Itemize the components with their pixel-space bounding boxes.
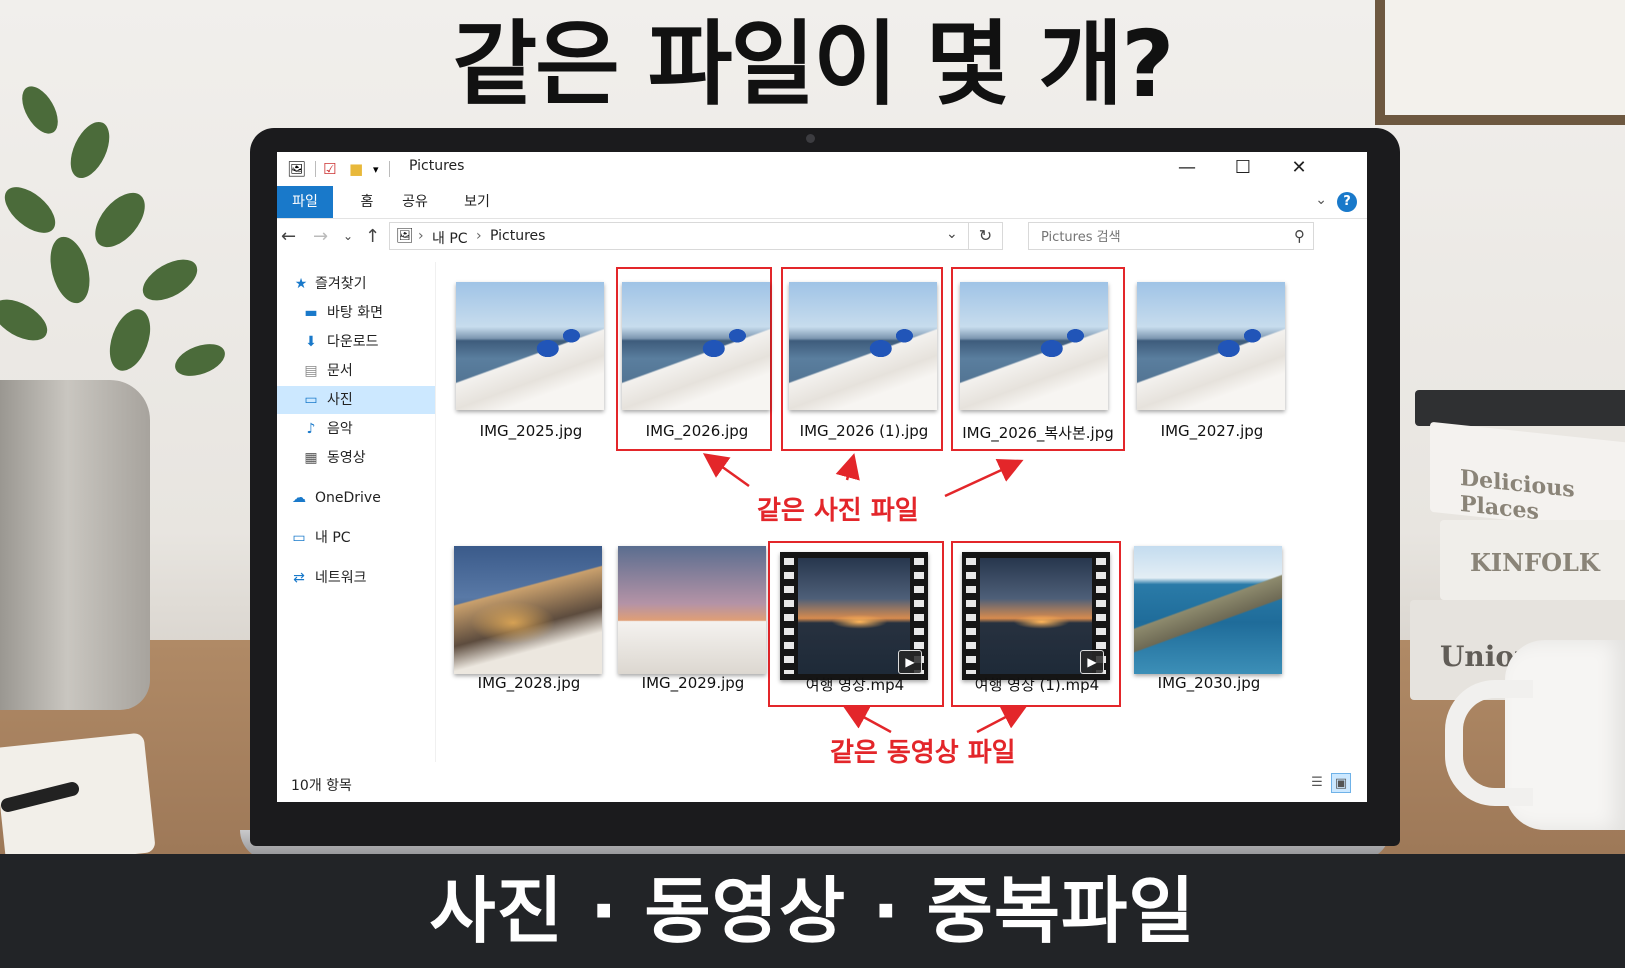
forward-arrow-icon[interactable]: → <box>313 226 328 247</box>
sidebar-item-this-pc[interactable]: ▭ 내 PC <box>277 524 435 552</box>
sidebar-item-label: 음악 <box>327 421 353 437</box>
folder-pictures-icon: 🖼 <box>287 160 307 178</box>
navigation-pane: ★ 즐겨찾기 ▬ 바탕 화면 ⬇ 다운로드 ▤ 문서 ▭ 사진 ♪ 음악 ▦ 동… <box>277 262 436 762</box>
close-button[interactable]: ✕ <box>1271 152 1327 186</box>
details-view-icon[interactable]: ☰ <box>1307 773 1327 793</box>
arrow-to-video-1 <box>976 705 1028 734</box>
properties-icon[interactable]: ☑ <box>323 160 336 178</box>
sidebar-item-quick-access[interactable]: ★ 즐겨찾기 <box>277 270 435 298</box>
ribbon-tabs: 파일 홈 공유 보기 ⌄ ? <box>277 186 1367 219</box>
sidebar-item-label: 사진 <box>327 392 353 408</box>
maximize-button[interactable]: ☐ <box>1215 152 1271 186</box>
sidebar-item-label: 동영상 <box>327 450 366 466</box>
sidebar-item-label: 바탕 화면 <box>327 305 383 321</box>
arrow-to-img2026-1 <box>835 453 860 481</box>
tab-view[interactable]: 보기 <box>457 186 497 218</box>
webcam <box>806 134 815 143</box>
up-arrow-icon[interactable]: ↑ <box>365 226 380 247</box>
mug-handle <box>1445 680 1533 806</box>
headline: 같은 파일이 몇 개? <box>452 11 1175 118</box>
sidebar-item-music[interactable]: ♪ 음악 <box>277 415 435 443</box>
video-icon: ▦ <box>304 450 318 466</box>
star-icon: ★ <box>294 276 308 292</box>
sidebar-item-label: 문서 <box>327 363 353 379</box>
pc-icon: ▭ <box>292 530 306 546</box>
help-icon[interactable]: ? <box>1337 192 1357 212</box>
arrow-to-img2026-copy <box>944 458 1024 498</box>
minimize-button[interactable]: — <box>1159 152 1215 186</box>
search-input[interactable] <box>1029 223 1293 251</box>
large-icons-view-icon[interactable]: ▣ <box>1331 773 1351 793</box>
pictures-icon: ▭ <box>304 392 318 408</box>
title-separator-2 <box>389 161 390 177</box>
pictures-location-icon: 🖼 <box>396 228 414 244</box>
sidebar-item-label: 다운로드 <box>327 334 379 350</box>
bottom-banner-text: 사진 · 동영상 · 중복파일 <box>429 869 1196 953</box>
sidebar-item-pictures[interactable]: ▭ 사진 <box>277 386 435 414</box>
chevron-down-icon[interactable]: ⌄ <box>1315 192 1327 208</box>
tab-home[interactable]: 홈 <box>347 186 387 218</box>
search-icon[interactable]: ⚲ <box>1294 227 1305 245</box>
new-folder-icon[interactable]: ■ <box>349 160 363 178</box>
book-kinfolk: KINFOLK <box>1440 520 1625 600</box>
sidebar-item-onedrive[interactable]: ☁ OneDrive <box>277 484 435 512</box>
window-title: Pictures <box>409 158 465 174</box>
sidebar-item-downloads[interactable]: ⬇ 다운로드 <box>277 328 435 356</box>
plant-pot <box>0 380 150 710</box>
tab-file[interactable]: 파일 <box>277 186 333 218</box>
arrow-to-img2026 <box>702 453 750 488</box>
breadcrumb-pictures[interactable]: Pictures <box>490 228 545 244</box>
plant-leaves <box>0 86 225 376</box>
book-dark <box>1415 390 1625 426</box>
item-count: 10개 항목 <box>291 778 352 794</box>
document-icon: ▤ <box>304 363 318 379</box>
tab-share[interactable]: 공유 <box>395 186 435 218</box>
download-icon: ⬇ <box>305 334 317 350</box>
arrow-to-video <box>842 705 892 734</box>
address-bar[interactable]: 🖼 › 내 PC › Pictures ⌄ <box>389 222 969 250</box>
title-separator <box>315 161 316 177</box>
file-explorer-window: 🖼 ☑ ■ ▾ Pictures — ☐ ✕ 파일 홈 공유 보기 ⌄ ? ← … <box>277 152 1367 802</box>
sidebar-item-label: 즐겨찾기 <box>315 276 367 292</box>
breadcrumb-this-pc[interactable]: 내 PC <box>432 228 468 248</box>
duplicate-videos-label: 같은 동영상 파일 <box>830 738 1016 768</box>
navigation-bar: ← → ⌄ ↑ 🖼 › 내 PC › Pictures ⌄ ↻ ⚲ <box>277 218 1367 256</box>
status-bar: 10개 항목 ☰ ▣ <box>277 767 1367 802</box>
coffee-mug <box>1445 640 1625 830</box>
file-grid: IMG_2025.jpg IMG_2026.jpg IMG_2026 (1).j… <box>437 262 1367 768</box>
sidebar-item-network[interactable]: ⇄ 네트워크 <box>277 564 435 592</box>
sidebar-item-videos[interactable]: ▦ 동영상 <box>277 444 435 472</box>
sidebar-item-label: 네트워크 <box>315 570 367 586</box>
desktop-icon: ▬ <box>304 305 318 321</box>
recent-locations-chevron-icon[interactable]: ⌄ <box>343 229 353 243</box>
address-dropdown-chevron-icon[interactable]: ⌄ <box>946 226 958 242</box>
network-icon: ⇄ <box>293 570 305 586</box>
cloud-icon: ☁ <box>292 490 306 506</box>
sidebar-item-label: OneDrive <box>315 490 381 506</box>
refresh-button[interactable]: ↻ <box>969 222 1003 250</box>
book-delicious-places: Delicious Places <box>1430 421 1625 533</box>
search-box[interactable]: ⚲ <box>1028 222 1314 251</box>
quick-access-dropdown-icon[interactable]: ▾ <box>373 163 379 176</box>
sidebar-item-label: 내 PC <box>315 530 351 546</box>
duplicate-photos-label: 같은 사진 파일 <box>757 496 919 526</box>
sidebar-item-desktop[interactable]: ▬ 바탕 화면 <box>277 299 435 327</box>
music-icon: ♪ <box>306 421 316 437</box>
breadcrumb-chevron-icon: › <box>418 228 424 244</box>
sidebar-item-documents[interactable]: ▤ 문서 <box>277 357 435 385</box>
breadcrumb-chevron-icon: › <box>476 228 482 244</box>
bottom-banner: 사진 · 동영상 · 중복파일 <box>0 854 1625 968</box>
title-bar: 🖼 ☑ ■ ▾ Pictures — ☐ ✕ <box>277 152 1367 186</box>
back-arrow-icon[interactable]: ← <box>281 226 296 247</box>
